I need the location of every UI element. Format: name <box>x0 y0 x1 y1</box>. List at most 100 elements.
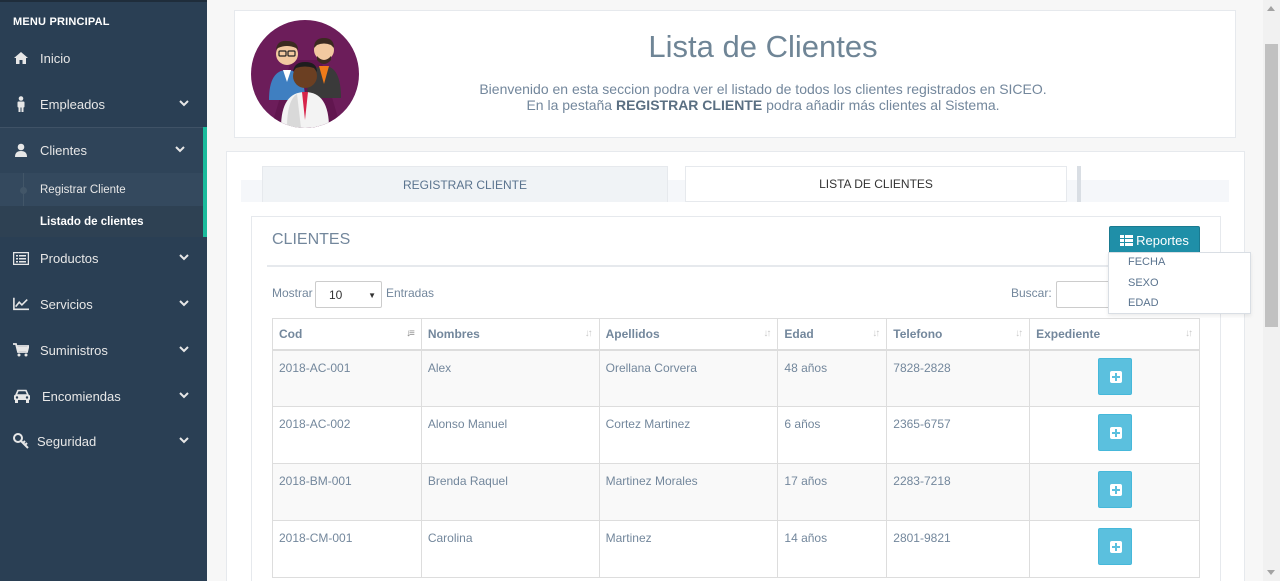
sidebar-top-border <box>0 0 207 2</box>
expediente-button[interactable] <box>1097 414 1132 451</box>
cell-telefono: 2283-7218 <box>886 463 1031 521</box>
plus-square-icon <box>1109 370 1122 383</box>
page-header-panel: Lista de Clientes Bienvenido en esta sec… <box>234 10 1236 138</box>
table-row: 2018-AC-002 Alonso Manuel Cortez Martine… <box>272 406 1200 464</box>
cell-cod: 2018-BM-001 <box>272 463 422 521</box>
cell-expediente <box>1029 520 1200 578</box>
tab-lista-de-clientes[interactable]: LISTA DE CLIENTES <box>685 166 1067 202</box>
sidebar-item-empleados[interactable]: Empleados <box>0 81 207 127</box>
cell-expediente <box>1029 463 1200 521</box>
tab-divider <box>1077 166 1081 202</box>
cell-telefono: 2801-9821 <box>886 520 1031 578</box>
key-icon <box>13 433 29 449</box>
column-header-edad[interactable]: Edad ↓↑ <box>777 318 888 351</box>
reportes-label: Reportes <box>1136 233 1189 248</box>
intro-line-2: En la pestaña REGISTRAR CLIENTE podra añ… <box>235 97 1280 113</box>
cell-cod: 2018-AC-001 <box>272 349 422 407</box>
cell-nombres: Alonso Manuel <box>420 406 600 464</box>
submenu-item-listado-de-clientes[interactable]: Listado de clientes <box>0 206 203 237</box>
sidebar-item-servicios[interactable]: Servicios <box>0 281 207 327</box>
dropdown-item-edad[interactable]: EDAD <box>1128 297 1159 309</box>
sidebar-item-productos[interactable]: Productos <box>0 235 207 281</box>
intro-text: podra añadir más clientes al Sistema. <box>762 97 1000 113</box>
show-label: Mostrar <box>272 286 313 300</box>
column-header-telefono[interactable]: Telefono ↓↑ <box>886 318 1031 351</box>
page-title: Lista de Clientes <box>648 29 878 64</box>
scroll-up-arrow-icon[interactable] <box>1267 6 1275 11</box>
sort-icon: ↓↑ <box>1185 328 1193 339</box>
cell-apellidos: Orellana Corvera <box>598 349 779 407</box>
clients-table: Cod ↓≡ Nombres ↓↑ Apellidos ↓↑ Edad ↓↑ Telef… <box>272 318 1200 578</box>
sidebar-item-inicio[interactable]: Inicio <box>0 35 207 81</box>
search-label: Buscar: <box>1011 286 1052 300</box>
shopping-cart-icon <box>13 342 29 358</box>
sidebar-item-suministros[interactable]: Suministros <box>0 327 207 373</box>
sort-icon: ↓↑ <box>584 328 593 339</box>
sidebar-item-label: Suministros <box>40 342 108 358</box>
sort-asc-icon: ↓≡ <box>405 328 415 339</box>
cell-cod: 2018-AC-002 <box>272 406 422 464</box>
chevron-down-icon <box>179 437 189 444</box>
cell-nombres: Alex <box>420 349 600 407</box>
reportes-dropdown-menu: FECHA SEXO EDAD <box>1108 252 1251 314</box>
chevron-down-icon <box>179 254 189 261</box>
tab-registrar-cliente[interactable]: REGISTRAR CLIENTE <box>262 166 668 202</box>
sidebar-item-encomiendas[interactable]: Encomiendas <box>0 373 207 419</box>
cell-expediente <box>1029 349 1200 407</box>
column-label: Telefono <box>893 326 943 341</box>
column-label: Edad <box>784 326 814 341</box>
page-scrollbar[interactable] <box>1263 0 1280 581</box>
expediente-button[interactable] <box>1097 528 1132 565</box>
dropdown-item-fecha[interactable]: FECHA <box>1128 256 1165 268</box>
cell-apellidos: Cortez Martinez <box>598 406 779 464</box>
entries-select[interactable]: 10 ▼ <box>315 281 382 308</box>
clients-box: CLIENTES Reportes Mostrar 10 ▼ Entradas … <box>251 216 1221 581</box>
home-icon <box>13 50 29 66</box>
expediente-button[interactable] <box>1097 471 1132 508</box>
plus-square-icon <box>1109 427 1122 439</box>
chevron-down-icon <box>179 392 189 399</box>
table-row: 2018-CM-001 Carolina Martinez 14 años 28… <box>272 520 1200 578</box>
sort-icon: ↓↑ <box>763 328 771 339</box>
sidebar-item-seguridad[interactable]: Seguridad <box>0 418 207 464</box>
menu-title: MENU PRINCIPAL <box>13 16 110 28</box>
reportes-button[interactable]: Reportes <box>1109 226 1200 255</box>
table-row: 2018-AC-001 Alex Orellana Corvera 48 año… <box>272 349 1200 407</box>
column-label: Nombres <box>427 326 480 341</box>
clientes-submenu: Registrar Cliente Listado de clientes <box>0 173 207 237</box>
expediente-button[interactable] <box>1097 357 1132 395</box>
chevron-down-icon <box>179 100 189 107</box>
cell-telefono: 2365-6757 <box>886 406 1031 464</box>
cell-edad: 48 años <box>777 349 888 407</box>
plus-square-icon <box>1109 484 1122 496</box>
submenu-item-registrar-cliente[interactable]: Registrar Cliente <box>0 174 203 205</box>
scrollbar-thumb[interactable] <box>1265 44 1278 327</box>
line-chart-icon <box>13 296 29 312</box>
divider <box>267 265 1207 267</box>
cell-expediente <box>1029 406 1200 464</box>
cell-apellidos: Martinez <box>598 520 779 578</box>
table-icon <box>1120 235 1134 246</box>
column-header-apellidos[interactable]: Apellidos ↓↑ <box>598 318 779 351</box>
cell-apellidos: Martinez Morales <box>598 463 779 521</box>
table-header-row: Cod ↓≡ Nombres ↓↑ Apellidos ↓↑ Edad ↓↑ Telef… <box>272 318 1200 351</box>
column-header-expediente[interactable]: Expediente ↓↑ <box>1029 318 1200 351</box>
clients-title: CLIENTES <box>272 231 351 248</box>
entries-select-value: 10 <box>329 287 343 302</box>
user-icon <box>13 142 29 158</box>
column-header-nombres[interactable]: Nombres ↓↑ <box>420 318 600 351</box>
sidebar-item-label: Empleados <box>40 96 106 112</box>
scroll-down-arrow-icon[interactable] <box>1267 570 1275 575</box>
intro-text: En la pestaña <box>526 97 616 113</box>
sidebar-item-clientes[interactable]: Clientes <box>0 127 207 173</box>
cell-nombres: Carolina <box>420 520 600 578</box>
main-panel: REGISTRAR CLIENTE LISTA DE CLIENTES CLIE… <box>226 151 1245 581</box>
column-header-cod[interactable]: Cod ↓≡ <box>272 318 422 351</box>
table-row: 2018-BM-001 Brenda Raquel Martinez Moral… <box>272 463 1200 521</box>
cell-telefono: 7828-2828 <box>886 349 1031 407</box>
chevron-down-icon <box>179 346 189 353</box>
sidebar-item-label: Clientes <box>40 142 87 158</box>
sidebar-item-label: Encomiendas <box>42 388 121 404</box>
dropdown-item-sexo[interactable]: SEXO <box>1128 277 1159 289</box>
entries-label: Entradas <box>386 286 435 300</box>
